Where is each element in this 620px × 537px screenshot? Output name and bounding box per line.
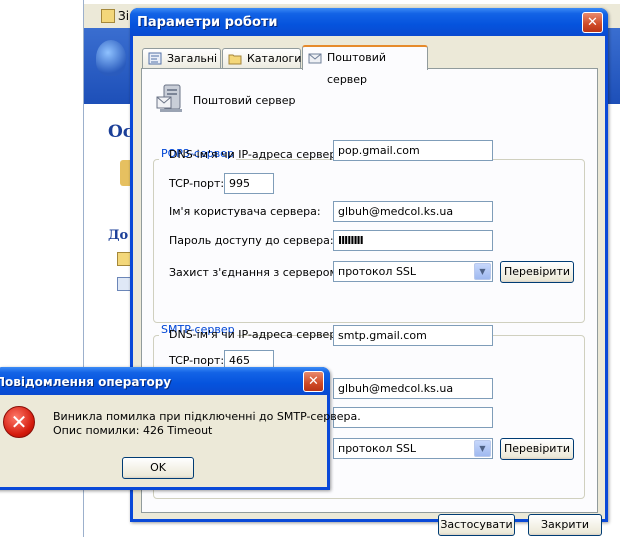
pop3-password-label: Пароль доступу до сервера: [169,234,334,247]
smtp-port-label: TCP-порт: [169,354,225,367]
settings-icon [148,52,162,65]
smtp-check-button[interactable]: Перевірити [500,438,574,460]
tab-general[interactable]: Загальні [142,48,221,69]
message-close-button[interactable]: ✕ [303,371,324,392]
dropdown-arrow-icon[interactable]: ▼ [474,440,491,457]
mail-server-icon [156,84,182,112]
tab-catalogs[interactable]: Каталоги [222,48,301,69]
pop3-dns-input[interactable]: pop.gmail.com [333,140,493,161]
dialog-close-button[interactable]: ✕ [582,12,603,33]
smtp-dns-label: DNS-ім'я чи IP-адреса сервера: [169,328,347,341]
dropdown-arrow-icon[interactable]: ▼ [474,263,491,280]
pop3-dns-label: DNS-ім'я чи IP-адреса сервера: [169,148,347,161]
dialog-title: Параметри роботи [137,15,278,30]
close-button[interactable]: Закрити [528,514,602,536]
dialog-titlebar[interactable]: Параметри роботи ✕ [130,8,608,36]
message-titlebar[interactable]: Повідомлення оператору ✕ [0,367,330,395]
folder-icon [228,54,242,65]
smtp-dns-input[interactable]: smtp.gmail.com [333,325,493,346]
pop3-security-select[interactable]: протокол SSL ▼ [333,261,493,282]
close-icon: ✕ [308,374,319,389]
pop3-password-input[interactable]: IIIIIIII [333,230,493,251]
pop3-port-label: TCP-порт: [169,177,225,190]
smtp-security-select[interactable]: протокол SSL ▼ [333,438,493,459]
pop3-security-label: Захист з'єднання з сервером: [169,266,342,279]
tab-mail-server[interactable]: Поштовий сервер [302,45,428,86]
panel-title: Поштовий сервер [193,94,296,107]
pop3-check-button[interactable]: Перевірити [500,261,574,283]
pop3-user-input[interactable]: glbuh@medcol.ks.ua [333,201,493,222]
pop3-port-input[interactable]: 995 [224,173,274,194]
message-client-area: ✕ Виникла помилка при підключенні до SMT… [0,395,361,487]
apply-button[interactable]: Застосувати [438,514,515,536]
mail-server-icon [308,53,322,64]
message-text-line2: Опис помилки: 426 Timeout [53,424,213,437]
background-toolbar-text: Зі [118,9,130,23]
close-icon: ✕ [587,15,598,30]
background-document-icon [117,277,131,291]
message-title: Повідомлення оператору [0,375,172,389]
background-folder-icon [117,252,131,266]
error-message-box: Повідомлення оператору ✕ ✕ Виникла помил… [0,367,361,490]
smtp-security-value: протокол SSL [338,442,417,455]
ok-button[interactable]: OK [122,457,194,479]
tab-catalogs-label: Каталоги [247,52,302,65]
background-subheading: До [108,228,129,243]
pop3-user-label: Ім'я користувача сервера: [169,205,321,218]
pop3-security-value: протокол SSL [338,265,417,278]
message-text-line1: Виникла помилка при підключенні до SMTP-… [53,410,361,423]
smtp-user-input[interactable]: glbuh@medcol.ks.ua [333,378,493,399]
error-icon: ✕ [3,406,35,438]
background-logo-icon [96,40,126,76]
tab-general-label: Загальні [167,52,218,65]
background-folder-icon [101,9,115,23]
